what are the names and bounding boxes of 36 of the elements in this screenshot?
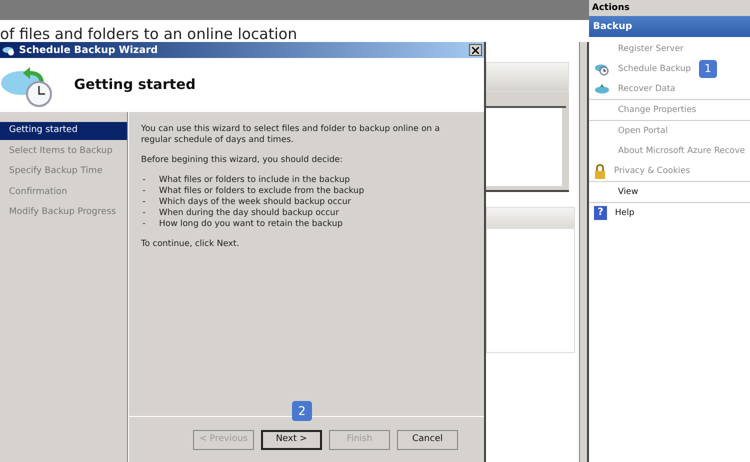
bullet-text: Which days of the week should backup occur <box>159 197 351 208</box>
bullet-text: What files or folders to include in the backup <box>159 175 350 186</box>
cloud-icon <box>594 84 610 94</box>
actions-title: Actions <box>588 0 750 16</box>
wizard-button[interactable]: Next > <box>261 430 322 450</box>
action-item[interactable]: Help <box>614 206 634 220</box>
wizard-button[interactable]: Cancel <box>397 430 458 450</box>
callout-badge: 1 <box>698 60 717 78</box>
page-heading: of files and folders to an online location <box>0 24 298 42</box>
padlock-icon <box>594 164 606 178</box>
bullet-text: How long do you want to retain the backup <box>159 219 343 230</box>
dialog-title: Schedule Backup Wizard <box>19 44 158 58</box>
closing-text: To continue, click Next. <box>141 239 240 250</box>
bullet-text: What files or folders to exclude from the backup <box>159 186 364 197</box>
intro-text: You can use this wizard to select files and folder to backup online on a regular schedule of days and times. <box>141 124 441 146</box>
close-icon <box>472 46 479 54</box>
bullet-dash: - <box>141 186 147 197</box>
action-item[interactable]: View <box>618 186 638 198</box>
lead-text: Before begining this wizard, you should decide: <box>141 155 344 166</box>
bullet-dash: - <box>141 208 147 219</box>
bullet-dash: - <box>141 219 147 230</box>
wizard-page-title: Getting started <box>74 76 196 94</box>
wizard-step[interactable]: Specify Backup Time <box>0 163 127 180</box>
wizard-step[interactable]: Confirmation <box>0 184 127 201</box>
backup-section-header: Backup <box>588 16 750 37</box>
close-button[interactable] <box>469 44 482 56</box>
wizard-step[interactable]: Select Items to Backup <box>0 142 127 160</box>
bullet-dash: - <box>141 197 147 208</box>
cloud-clock-icon <box>2 44 15 56</box>
wizard-step[interactable]: Modify Backup Progress <box>0 204 127 222</box>
bullet-dash: - <box>141 175 147 186</box>
bullet-text: When during the day should backup occur <box>159 208 339 219</box>
wizard-step[interactable]: Getting started <box>0 122 127 140</box>
help-icon: ? <box>594 206 607 220</box>
cloud-clock-icon <box>594 62 610 76</box>
callout-badge: 2 <box>292 401 312 421</box>
